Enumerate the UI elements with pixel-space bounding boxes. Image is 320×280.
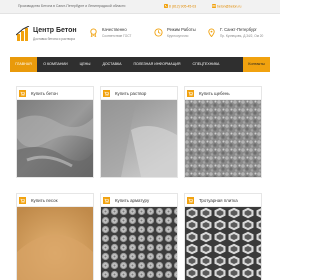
nav-item-prices[interactable]: ЦЕНЫ	[74, 57, 96, 72]
feature-title: Качественно	[102, 27, 127, 32]
clock-icon	[154, 28, 163, 37]
cart-icon	[103, 197, 110, 204]
gravel-image[interactable]	[185, 100, 261, 177]
product-card-concrete[interactable]: Купить бетон	[16, 86, 94, 178]
card-header: Тротуарная плитка	[185, 194, 261, 207]
card-title[interactable]: Купить арматуру	[115, 198, 149, 203]
nav-item-delivery[interactable]: ДОСТАВКА	[96, 57, 128, 72]
rebar-image[interactable]	[101, 207, 177, 280]
card-title[interactable]: Тротуарная плитка	[199, 198, 238, 203]
phone-number[interactable]: 8 (812) 905-45-03	[169, 5, 196, 9]
card-title[interactable]: Купить раствор	[115, 91, 146, 96]
card-header: Купить арматуру	[101, 194, 177, 207]
card-title[interactable]: Купить щебень	[199, 91, 230, 96]
contacts-button[interactable]: Контакты	[243, 57, 270, 72]
product-card-mortar[interactable]: Купить раствор	[100, 86, 178, 178]
email-address[interactable]: beton@beton.ru	[217, 5, 241, 9]
product-card-sand[interactable]: Купить песок	[16, 193, 94, 280]
cart-icon	[19, 90, 26, 97]
feature-subtitle: Пр. Кузнецовъ, Д.34/2, Ом 20	[220, 34, 264, 38]
product-card-paving[interactable]: Тротуарная плитка	[184, 193, 262, 280]
card-title[interactable]: Купить бетон	[31, 91, 58, 96]
feature-subtitle: Круглосуточно	[167, 34, 189, 38]
main-nav: ГЛАВНАЯ О КОМПАНИИ ЦЕНЫ ДОСТАВКА ПОЛЕЗНА…	[10, 57, 270, 72]
cart-icon	[187, 197, 194, 204]
card-header: Купить песок	[17, 194, 93, 207]
feature-title: Г. Санкт-Петербург	[220, 27, 257, 32]
email-link[interactable]: beton@beton.ru	[212, 4, 241, 9]
card-header: Купить раствор	[101, 87, 177, 100]
card-header: Купить бетон	[17, 87, 93, 100]
location-icon	[208, 28, 215, 37]
nav-item-info[interactable]: ПОЛЕЗНАЯ ИНФОРМАЦИЯ	[128, 57, 186, 72]
product-card-gravel[interactable]: Купить щебень	[184, 86, 262, 178]
feature-title: Режим Работы	[167, 27, 196, 32]
phone-link[interactable]: 8 (812) 905-45-03	[164, 4, 196, 9]
concrete-image[interactable]	[17, 100, 93, 177]
nav-item-machinery[interactable]: СПЕЦТЕХНИКА	[186, 57, 226, 72]
cart-icon	[103, 90, 110, 97]
paving-image[interactable]	[185, 207, 261, 280]
award-icon	[90, 28, 97, 37]
sand-image[interactable]	[17, 207, 93, 280]
logo-icon[interactable]	[16, 26, 30, 42]
feature-subtitle: Соответствие ГОСТ	[102, 34, 132, 38]
brand-title[interactable]: Центр Бетон	[33, 27, 77, 34]
card-title[interactable]: Купить песок	[31, 198, 58, 203]
phone-icon	[164, 4, 168, 8]
brand-subtitle: Доставка бетона и раствора	[33, 37, 75, 41]
top-bar: Производство Бетона в Санкт-Петербурге и…	[0, 0, 280, 14]
mail-icon	[212, 4, 216, 8]
nav-item-home[interactable]: ГЛАВНАЯ	[10, 57, 37, 72]
cart-icon	[19, 197, 26, 204]
cart-icon	[187, 90, 194, 97]
product-card-rebar[interactable]: Купить арматуру	[100, 193, 178, 280]
card-header: Купить щебень	[185, 87, 261, 100]
mortar-image[interactable]	[101, 100, 177, 177]
promo-text: Производство Бетона в Санкт-Петербурге и…	[18, 4, 126, 8]
site-header: Центр Бетон Доставка бетона и раствора К…	[0, 15, 280, 53]
nav-item-about[interactable]: О КОМПАНИИ	[37, 57, 74, 72]
